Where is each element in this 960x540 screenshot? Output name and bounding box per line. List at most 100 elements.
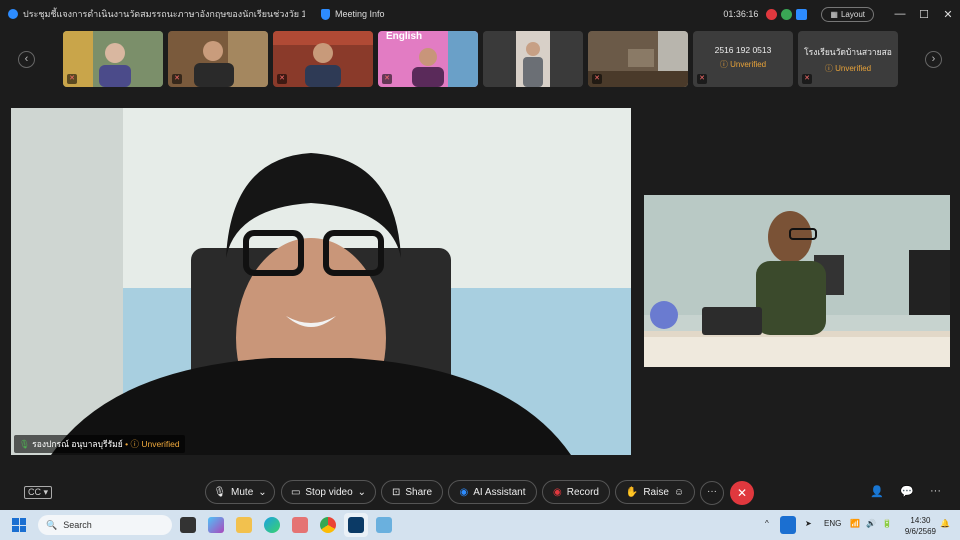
start-logo-quadrant: [12, 518, 19, 525]
clock-time: 14:30: [910, 516, 931, 525]
speaker-name: รองปกรณ์ อนุบาลบุรีรัมย์: [32, 439, 123, 449]
participant-name: โรงเรียนวัดบ้านสวายสอ: [804, 47, 892, 57]
title-bar: ประชุมชี้แจงการดำเนินงานวัดสมรรถนะภาษาอั…: [0, 0, 960, 28]
participant-thumbnail[interactable]: 2516 192 0513 ⓘ Unverified ✕: [693, 31, 793, 87]
ai-assistant-button[interactable]: ◉ AI Assistant: [448, 480, 537, 504]
participant-thumbnail[interactable]: English ✕: [378, 31, 478, 87]
raise-label: Raise: [643, 486, 669, 498]
start-button[interactable]: [12, 518, 26, 532]
meeting-title: ประชุมชี้แจงการดำเนินงานวัดสมรรถนะภาษาอั…: [23, 9, 305, 19]
participant-name: 2516 192 0513: [714, 45, 772, 55]
participant-thumbnail[interactable]: โรงเรียนวัดบ้านสวายสอ ⓘ Unverified ✕: [798, 31, 898, 87]
record-button[interactable]: ◉ Record: [542, 480, 610, 504]
copilot-icon[interactable]: [208, 517, 224, 533]
participant-thumbnail[interactable]: ✕: [273, 31, 373, 87]
more-options-button[interactable]: ···: [700, 481, 724, 505]
captions-button[interactable]: CC ▾: [24, 486, 53, 499]
start-logo-quadrant: [19, 525, 26, 532]
meeting-info-button[interactable]: Meeting Info: [321, 8, 385, 20]
close-window-button[interactable]: ✕: [936, 8, 960, 21]
microphone-icon: 🎙: [213, 486, 227, 498]
participant-video: [63, 31, 163, 87]
edge-icon[interactable]: [264, 517, 280, 533]
layout-label: Layout: [840, 9, 865, 19]
participant-video: [483, 31, 583, 87]
share-label: Share: [405, 486, 433, 498]
meeting-window: ประชุมชี้แจงการดำเนินงานวัดสมรรถนะภาษาอั…: [0, 0, 960, 510]
unverified-label: Unverified: [835, 64, 872, 73]
windows-taskbar: 🔍 Search ^ ➤ ENG 📶 🔊 🔋 14:30 9/6/2569 🔔: [0, 510, 960, 540]
raise-hand-button[interactable]: ✋ Raise ☺: [615, 480, 695, 504]
mic-muted-icon: ✕: [67, 74, 77, 84]
volume-icon[interactable]: 🔊: [866, 519, 876, 528]
start-logo-quadrant: [12, 525, 19, 532]
tray-overflow-icon[interactable]: ^: [765, 519, 769, 528]
participant-video: [588, 31, 688, 87]
task-view-icon[interactable]: [180, 517, 196, 533]
strip-prev-button[interactable]: ‹: [18, 51, 35, 68]
secondary-video[interactable]: [644, 195, 950, 367]
webex-app-icon[interactable]: [348, 517, 364, 533]
record-icon: ◉: [553, 486, 562, 498]
minimize-button[interactable]: —: [888, 8, 912, 20]
participant-thumbnail[interactable]: ✕: [63, 31, 163, 87]
start-logo-quadrant: [19, 518, 26, 525]
taskbar-search[interactable]: 🔍 Search: [38, 515, 172, 535]
participants-icon[interactable]: 👤: [870, 485, 884, 498]
ai-assistant-label: AI Assistant: [473, 486, 526, 498]
thumbnail-overlay-text: English: [386, 31, 423, 42]
chrome-icon[interactable]: [320, 517, 336, 533]
location-icon[interactable]: ➤: [805, 519, 812, 528]
share-button[interactable]: ⊡ Share: [381, 480, 443, 504]
more-panels-icon[interactable]: ···: [930, 485, 941, 497]
clock-date: 9/6/2569: [904, 527, 936, 536]
maximize-button[interactable]: ☐: [912, 8, 936, 21]
reactions-icon: ☺: [673, 486, 685, 498]
mic-tray-icon[interactable]: [780, 516, 796, 534]
file-explorer-icon[interactable]: [236, 517, 252, 533]
speaker-video-feed: [11, 108, 631, 455]
active-speaker-video[interactable]: 🎙 รองปกรณ์ อนุบาลบุรีรัมย์ • ⓘ Unverifie…: [11, 108, 631, 455]
layout-button[interactable]: ▦ Layout: [821, 6, 874, 22]
webex-logo-icon: [8, 9, 18, 19]
wifi-icon[interactable]: 📶: [850, 519, 860, 528]
taskbar-clock[interactable]: 14:30 9/6/2569: [905, 515, 936, 537]
mic-on-icon: 🎙: [19, 439, 30, 449]
notification-icon[interactable]: 🔔: [940, 519, 950, 528]
hand-icon: ✋: [625, 486, 639, 498]
strip-next-button[interactable]: ›: [925, 51, 942, 68]
stop-video-label: Stop video: [305, 486, 353, 498]
media-player-icon[interactable]: [292, 517, 308, 533]
participant-thumbnail[interactable]: ✕: [168, 31, 268, 87]
secondary-video-feed: [644, 195, 950, 367]
photos-app-icon[interactable]: [376, 517, 392, 533]
unverified-status: ⓘ Unverified: [719, 60, 767, 69]
mute-button[interactable]: 🎙 Mute ⌄: [205, 480, 275, 504]
battery-icon[interactable]: 🔋: [882, 519, 892, 528]
speaker-name-tag: 🎙 รองปกรณ์ อนุบาลบุรีรัมย์ • ⓘ Unverifie…: [14, 435, 185, 453]
ai-assistant-icon: ◉: [459, 486, 469, 498]
record-label: Record: [566, 486, 599, 498]
unverified-label: Unverified: [730, 60, 767, 69]
meeting-controls: CC ▾ 🎙 Mute ⌄ ▭ Stop video ⌄ ⊡ Share ◉ A…: [0, 478, 960, 506]
participant-thumbnail[interactable]: ✕: [588, 31, 688, 87]
search-placeholder: Search: [63, 520, 92, 530]
shield-icon: [321, 8, 330, 20]
chevron-down-icon: ⌄: [357, 486, 367, 498]
mic-muted-icon: ✕: [382, 74, 392, 84]
participant-thumbnail[interactable]: [483, 31, 583, 87]
end-call-button[interactable]: ✕: [730, 481, 754, 505]
notes-indicator-icon: [796, 8, 808, 20]
mic-muted-icon: ✕: [172, 74, 182, 84]
language-indicator[interactable]: ENG: [824, 519, 841, 528]
speaker-status: Unverified: [141, 439, 180, 449]
security-indicator-icon: [781, 8, 793, 20]
chat-icon[interactable]: 💬: [900, 485, 914, 498]
participant-strip: ‹ ✕ ✕ ✕ English ✕ ✕ 2516 192 0513 ⓘ Unve…: [0, 31, 960, 87]
mic-muted-icon: ✕: [592, 74, 602, 84]
participant-video: [168, 31, 268, 87]
stop-video-button[interactable]: ▭ Stop video ⌄: [281, 480, 376, 504]
participant-video: [273, 31, 373, 87]
chevron-down-icon: ⌄: [258, 486, 267, 498]
mic-muted-icon: ✕: [277, 74, 287, 84]
